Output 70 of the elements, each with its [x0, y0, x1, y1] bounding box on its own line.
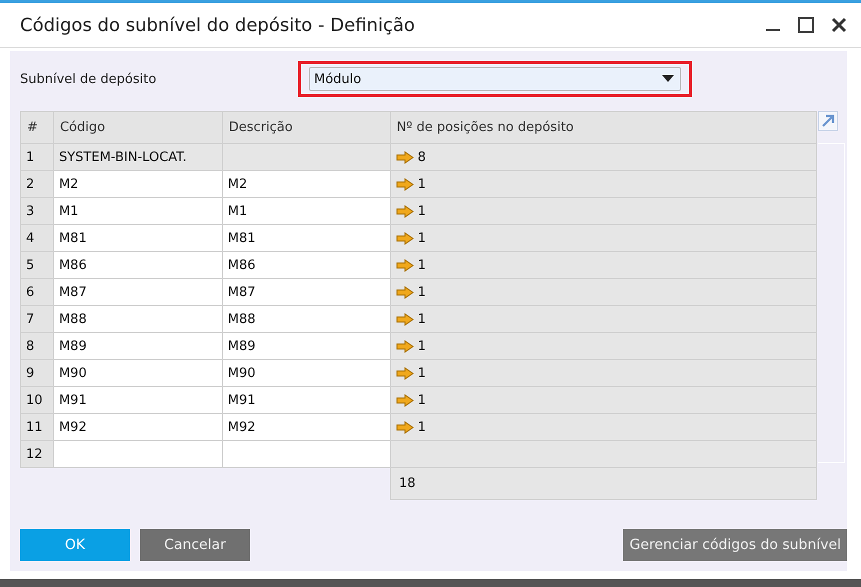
cancel-button[interactable]: Cancelar	[140, 529, 250, 561]
table-cell: M90	[54, 360, 223, 387]
expand-icon[interactable]	[818, 111, 838, 131]
table-cell: 1	[418, 204, 426, 218]
field-label: Subnível de depósito	[20, 72, 158, 86]
row-number: 9	[21, 360, 54, 387]
table-cell: M81	[222, 225, 391, 252]
total-value: 18	[399, 476, 416, 491]
row-number: 8	[21, 333, 54, 360]
row-number: 7	[21, 306, 54, 333]
table-cell: 1	[418, 420, 426, 434]
table-cell: M1	[54, 198, 223, 225]
link-arrow-icon[interactable]	[396, 286, 414, 298]
link-arrow-icon[interactable]	[396, 340, 414, 352]
link-arrow-icon[interactable]	[396, 366, 414, 380]
table-cell: M2	[222, 171, 391, 198]
row-number: 3	[21, 198, 54, 225]
sublevel-dropdown[interactable]: Módulo	[309, 67, 681, 91]
manage-codes-button[interactable]: Gerenciar códigos do subnível	[623, 529, 847, 561]
table-cell: M86	[222, 252, 391, 279]
table-cell: M2	[54, 171, 223, 198]
table-cell: M92	[222, 414, 391, 441]
row-number: 11	[21, 414, 54, 441]
row-number: 2	[21, 171, 54, 198]
table-cell: M91	[222, 387, 391, 414]
row-number: 10	[21, 387, 54, 414]
table-cell: M88	[54, 306, 223, 333]
table-cell: M1	[222, 198, 391, 225]
link-arrow-icon[interactable]	[396, 232, 414, 244]
table-cell: 1	[418, 312, 426, 326]
table-cell: M90	[222, 360, 391, 387]
dropdown-arrow-icon	[662, 75, 674, 83]
table-cell: 8	[418, 150, 426, 164]
column-header: #	[21, 112, 54, 144]
link-arrow-icon[interactable]	[396, 178, 414, 190]
link-arrow-icon[interactable]	[396, 394, 414, 406]
close-icon[interactable]	[831, 17, 847, 33]
table-cell: M86	[54, 252, 223, 279]
table-cell: M89	[222, 333, 391, 360]
column-header: Nº de posições no depósito	[390, 112, 818, 144]
row-number: 6	[21, 279, 54, 306]
link-arrow-icon[interactable]	[396, 204, 414, 218]
window-title: Códigos do subnível do depósito - Definição	[20, 14, 415, 36]
row-number: 4	[21, 225, 54, 252]
table-cell: 1	[418, 258, 426, 272]
link-arrow-icon[interactable]	[396, 420, 414, 434]
table-cell: 1	[418, 338, 426, 354]
table-cell: SYSTEM-BIN-LOCAT.	[54, 144, 223, 171]
table-cell: 1	[418, 284, 426, 300]
table-cell: 1	[418, 366, 426, 380]
row-number: 1	[21, 144, 54, 171]
maximize-icon[interactable]	[797, 16, 815, 34]
row-number: 5	[21, 252, 54, 279]
table-cell: M91	[54, 387, 223, 414]
table-cell: 1	[418, 392, 426, 408]
column-header: Código	[54, 112, 223, 144]
table-cell: M89	[54, 333, 223, 360]
table-cell: M87	[222, 279, 391, 306]
column-header: Descrição	[222, 112, 391, 144]
table-cell: M92	[54, 414, 223, 441]
link-arrow-icon[interactable]	[396, 312, 414, 326]
table-cell: M81	[54, 225, 223, 252]
table-cell: 1	[418, 230, 426, 246]
row-number: 12	[21, 441, 54, 468]
link-arrow-icon[interactable]	[396, 258, 414, 272]
ok-button[interactable]: OK	[20, 529, 130, 561]
table-cell: M87	[54, 279, 223, 306]
link-arrow-icon[interactable]	[396, 150, 414, 164]
table-cell: 1	[418, 176, 426, 192]
table-cell: M88	[222, 306, 391, 333]
